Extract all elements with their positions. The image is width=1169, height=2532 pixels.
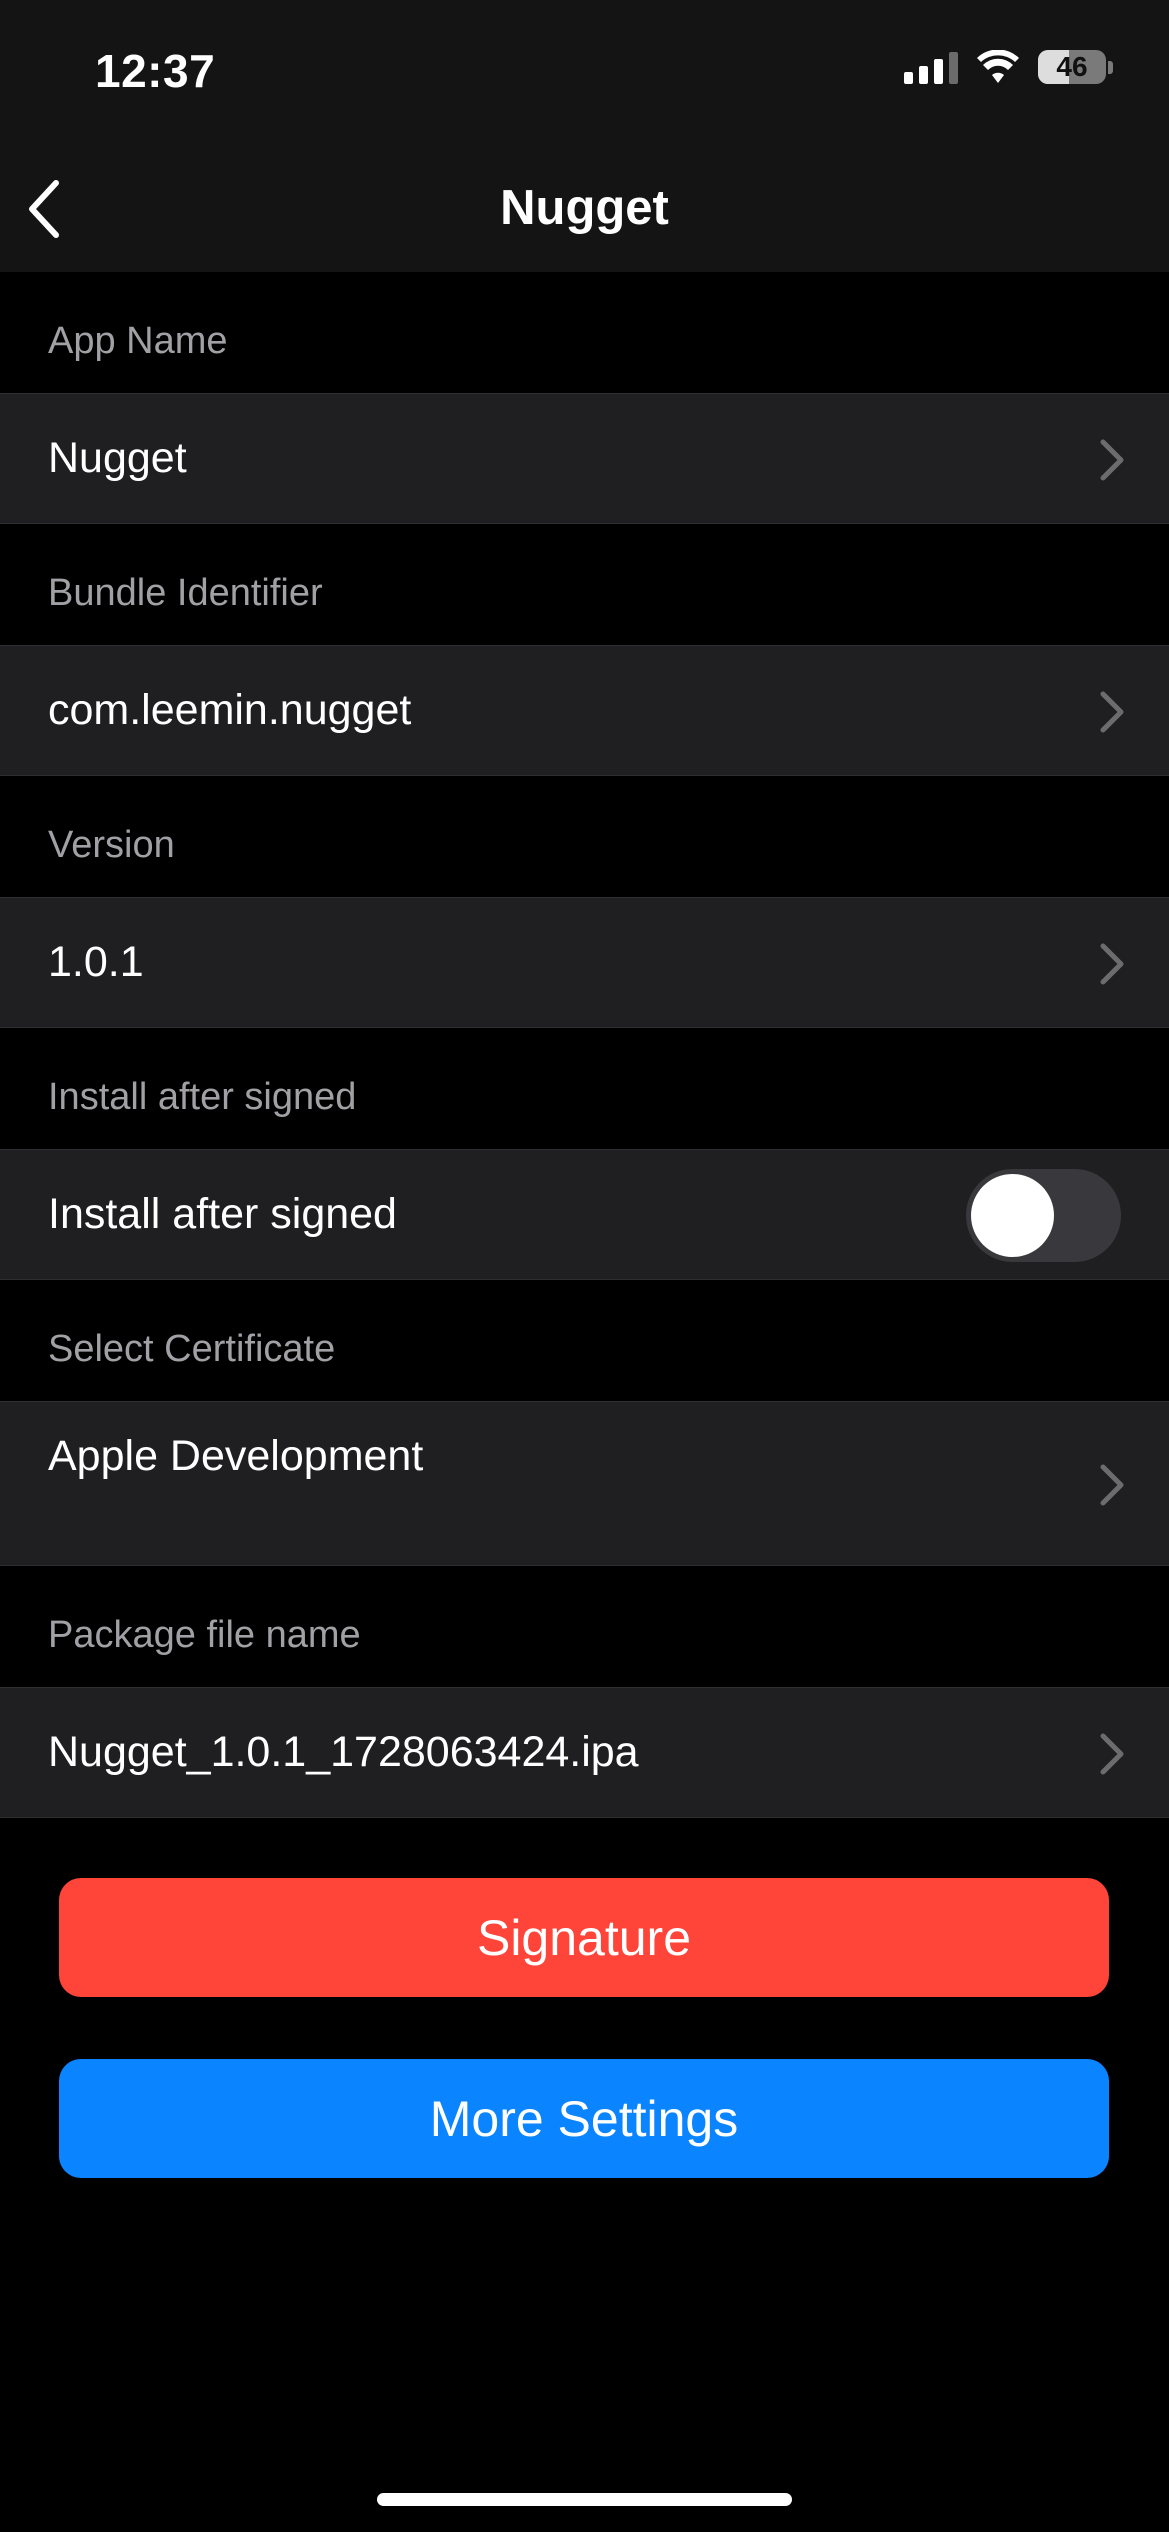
version-value: 1.0.1 bbox=[48, 938, 144, 986]
chevron-right-icon bbox=[1100, 1464, 1124, 1506]
battery-tip bbox=[1108, 60, 1113, 74]
section-header-install-after-signed: Install after signed bbox=[48, 1076, 357, 1118]
bundle-identifier-value: com.leemin.nugget bbox=[48, 686, 412, 734]
section-header-select-certificate: Select Certificate bbox=[48, 1328, 336, 1370]
install-after-signed-toggle[interactable] bbox=[966, 1169, 1121, 1262]
chevron-right-icon bbox=[1100, 691, 1124, 733]
wifi-icon bbox=[977, 50, 1019, 83]
certificate-value: Apple Development bbox=[48, 1432, 424, 1480]
install-after-signed-label: Install after signed bbox=[48, 1190, 397, 1238]
install-after-signed-row: Install after signed bbox=[0, 1149, 1169, 1280]
chevron-right-icon bbox=[1100, 439, 1124, 481]
select-certificate-row[interactable]: Apple Development bbox=[0, 1401, 1169, 1566]
cellular-signal-icon bbox=[904, 50, 958, 84]
section-header-bundle-identifier: Bundle Identifier bbox=[48, 572, 323, 614]
chevron-right-icon bbox=[1100, 1733, 1124, 1775]
section-header-version: Version bbox=[48, 824, 175, 866]
page-title: Nugget bbox=[500, 181, 669, 235]
home-indicator[interactable] bbox=[377, 2493, 792, 2506]
battery-level: 46 bbox=[1056, 51, 1088, 82]
package-file-name-value: Nugget_1.0.1_1728063424.ipa bbox=[48, 1728, 639, 1776]
status-icons: 46 bbox=[904, 50, 1113, 84]
app-name-value: Nugget bbox=[48, 434, 187, 482]
more-settings-button[interactable]: More Settings bbox=[59, 2059, 1109, 2178]
section-header-package-file-name: Package file name bbox=[48, 1614, 361, 1656]
signature-button[interactable]: Signature bbox=[59, 1878, 1109, 1997]
toggle-knob bbox=[971, 1174, 1054, 1257]
bundle-identifier-row[interactable]: com.leemin.nugget bbox=[0, 645, 1169, 776]
battery-icon: 46 bbox=[1038, 50, 1106, 84]
chevron-right-icon bbox=[1100, 943, 1124, 985]
status-time: 12:37 bbox=[95, 45, 216, 97]
app-name-row[interactable]: Nugget bbox=[0, 393, 1169, 524]
package-file-name-row[interactable]: Nugget_1.0.1_1728063424.ipa bbox=[0, 1687, 1169, 1818]
version-row[interactable]: 1.0.1 bbox=[0, 897, 1169, 1028]
section-header-app-name: App Name bbox=[48, 320, 228, 362]
